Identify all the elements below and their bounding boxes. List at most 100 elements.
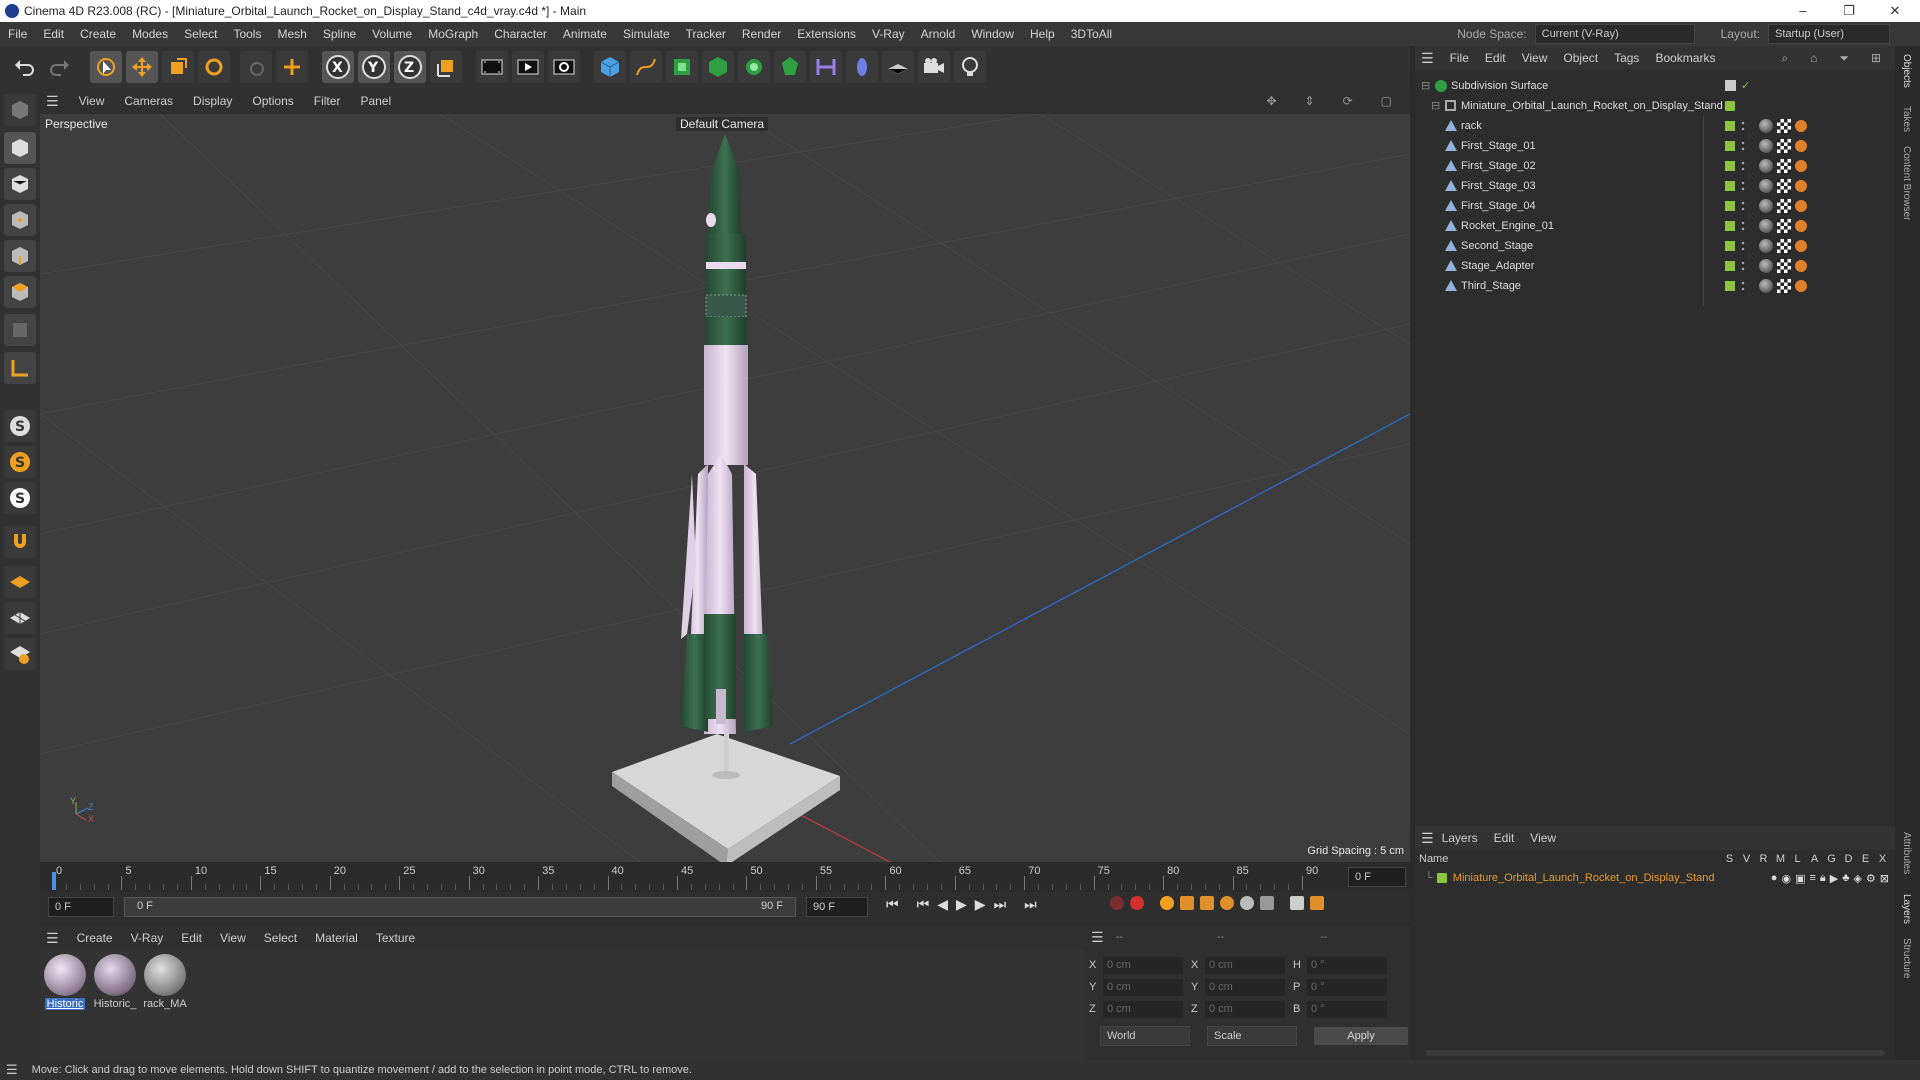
- coords-hamburger-icon[interactable]: ☰: [1091, 929, 1104, 946]
- object-menu-edit[interactable]: Edit: [1485, 51, 1506, 65]
- material-menu-edit[interactable]: Edit: [181, 931, 202, 945]
- new-window-icon[interactable]: ⊞: [1871, 51, 1881, 65]
- subdivision-surface-icon[interactable]: [666, 51, 698, 83]
- visibility-dots-icon[interactable]: [1741, 180, 1745, 192]
- key-rotation-icon[interactable]: [1220, 896, 1234, 910]
- texture-tag-icon[interactable]: [1777, 279, 1791, 293]
- toggle-layout-icon[interactable]: ▢: [1381, 94, 1392, 108]
- material-menu-texture[interactable]: Texture: [376, 931, 415, 945]
- menu-select[interactable]: Select: [184, 27, 217, 41]
- deformer-icon[interactable]: [774, 51, 806, 83]
- environment-icon[interactable]: [846, 51, 878, 83]
- vray-tag-icon[interactable]: [1795, 260, 1807, 272]
- viewport-menu-options[interactable]: Options: [252, 94, 293, 108]
- material-hamburger-icon[interactable]: ☰: [46, 930, 59, 947]
- keyframe-selection-icon[interactable]: [1160, 896, 1174, 910]
- menu-render[interactable]: Render: [742, 27, 781, 41]
- object-row[interactable]: Second_Stage: [1415, 236, 1895, 256]
- create-object-icon[interactable]: [276, 51, 308, 83]
- object-row[interactable]: rack: [1415, 116, 1895, 136]
- layers-hamburger-icon[interactable]: ☰: [1421, 830, 1434, 847]
- viewport-camera-label[interactable]: Default Camera: [676, 117, 769, 131]
- menu-animate[interactable]: Animate: [563, 27, 607, 41]
- menu-v-ray[interactable]: V-Ray: [872, 27, 905, 41]
- object-row[interactable]: Third_Stage: [1415, 276, 1895, 296]
- visibility-dots-icon[interactable]: [1741, 140, 1745, 152]
- object-row[interactable]: First_Stage_03: [1415, 176, 1895, 196]
- layer-solo-icon[interactable]: ●: [1771, 872, 1778, 884]
- play-icon[interactable]: ▶: [956, 896, 967, 913]
- material-tag-icon[interactable]: [1759, 119, 1773, 133]
- coord-pos-field[interactable]: 0 cm: [1103, 1000, 1183, 1018]
- object-menu-bookmarks[interactable]: Bookmarks: [1655, 51, 1715, 65]
- vray-tag-icon[interactable]: [1795, 280, 1807, 292]
- coordinate-space-select[interactable]: World: [1100, 1026, 1190, 1046]
- layer-deformer-icon[interactable]: ◈: [1853, 872, 1861, 885]
- texture-tag-icon[interactable]: [1777, 239, 1791, 253]
- layer-xref-icon[interactable]: ⊠: [1880, 872, 1889, 885]
- snap-settings-icon[interactable]: S: [4, 446, 36, 478]
- menu-character[interactable]: Character: [494, 27, 547, 41]
- material-tag-icon[interactable]: [1759, 199, 1773, 213]
- material-tag-icon[interactable]: [1759, 239, 1773, 253]
- timeline-window-icon[interactable]: [1310, 896, 1324, 910]
- layer-expression-icon[interactable]: ⚙: [1866, 872, 1876, 885]
- apply-button[interactable]: Apply: [1314, 1027, 1408, 1045]
- menu-mograph[interactable]: MoGraph: [428, 27, 478, 41]
- coord-rot-field[interactable]: 0 °: [1307, 956, 1387, 974]
- key-scale-icon[interactable]: [1200, 896, 1214, 910]
- pan-view-icon[interactable]: ✥: [1266, 94, 1276, 108]
- viewport-menu-view[interactable]: View: [79, 94, 105, 108]
- menu-3dtoall[interactable]: 3DToAll: [1071, 27, 1112, 41]
- transform-mode-select[interactable]: Scale: [1207, 1026, 1297, 1046]
- tab-layers[interactable]: Layers: [1901, 894, 1912, 924]
- menu-edit[interactable]: Edit: [43, 27, 64, 41]
- material-swatch[interactable]: Historic: [42, 954, 88, 1010]
- layer-lock-icon[interactable]: 🔒︎: [1820, 872, 1826, 885]
- tab-structure[interactable]: Structure: [1901, 938, 1912, 979]
- node-space-select[interactable]: Current (V-Ray): [1534, 24, 1695, 44]
- next-frame-icon[interactable]: ▶: [975, 896, 986, 913]
- object-menu-view[interactable]: View: [1522, 51, 1548, 65]
- material-menu-v-ray[interactable]: V-Ray: [131, 931, 164, 945]
- 3d-viewport[interactable]: Perspective Default Camera Grid Spacing …: [40, 114, 1410, 862]
- coord-size-field[interactable]: 0 cm: [1205, 978, 1285, 996]
- material-tag-icon[interactable]: [1759, 159, 1773, 173]
- material-menu-view[interactable]: View: [220, 931, 246, 945]
- polygons-mode-icon[interactable]: [4, 276, 36, 308]
- rotate-view-icon[interactable]: ⟳: [1343, 94, 1353, 108]
- texture-tag-icon[interactable]: [1777, 259, 1791, 273]
- lock-z-axis-icon[interactable]: Z: [394, 51, 426, 83]
- viewport-hamburger-icon[interactable]: ☰: [46, 93, 59, 110]
- vray-tag-icon[interactable]: [1795, 180, 1807, 192]
- grid-icon[interactable]: [4, 602, 36, 634]
- cube-primitive-icon[interactable]: [594, 51, 626, 83]
- coord-rot-field[interactable]: 0 °: [1307, 1000, 1387, 1018]
- motion-clip-icon[interactable]: [1290, 896, 1304, 910]
- magnet-icon[interactable]: [4, 526, 36, 558]
- tab-takes[interactable]: Takes: [1901, 106, 1912, 132]
- menu-simulate[interactable]: Simulate: [623, 27, 670, 41]
- solo-grid-icon[interactable]: [4, 638, 36, 670]
- layer-menu-view[interactable]: View: [1530, 831, 1556, 845]
- floor-grid-icon[interactable]: [4, 566, 36, 598]
- texture-tag-icon[interactable]: [1777, 199, 1791, 213]
- lock-y-axis-icon[interactable]: Y: [358, 51, 390, 83]
- snap-icon[interactable]: S: [4, 410, 36, 442]
- menu-arnold[interactable]: Arnold: [921, 27, 956, 41]
- range-slider[interactable]: 0 F 90 F: [124, 897, 796, 917]
- menu-volume[interactable]: Volume: [372, 27, 412, 41]
- search-icon[interactable]: ⌕: [1781, 51, 1788, 66]
- live-selection-icon[interactable]: [240, 51, 272, 83]
- visibility-dots-icon[interactable]: [1741, 260, 1745, 272]
- texture-tag-icon[interactable]: [1777, 139, 1791, 153]
- coord-pos-field[interactable]: 0 cm: [1103, 978, 1183, 996]
- material-tag-icon[interactable]: [1759, 139, 1773, 153]
- menu-tools[interactable]: Tools: [233, 27, 261, 41]
- viewport-menu-display[interactable]: Display: [193, 94, 232, 108]
- menu-create[interactable]: Create: [80, 27, 116, 41]
- coord-pos-field[interactable]: 0 cm: [1103, 956, 1183, 974]
- layer-color-icon[interactable]: [1436, 873, 1447, 883]
- material-swatch[interactable]: rack_MA: [142, 954, 188, 1010]
- end-frame-field[interactable]: 90 F: [806, 897, 868, 917]
